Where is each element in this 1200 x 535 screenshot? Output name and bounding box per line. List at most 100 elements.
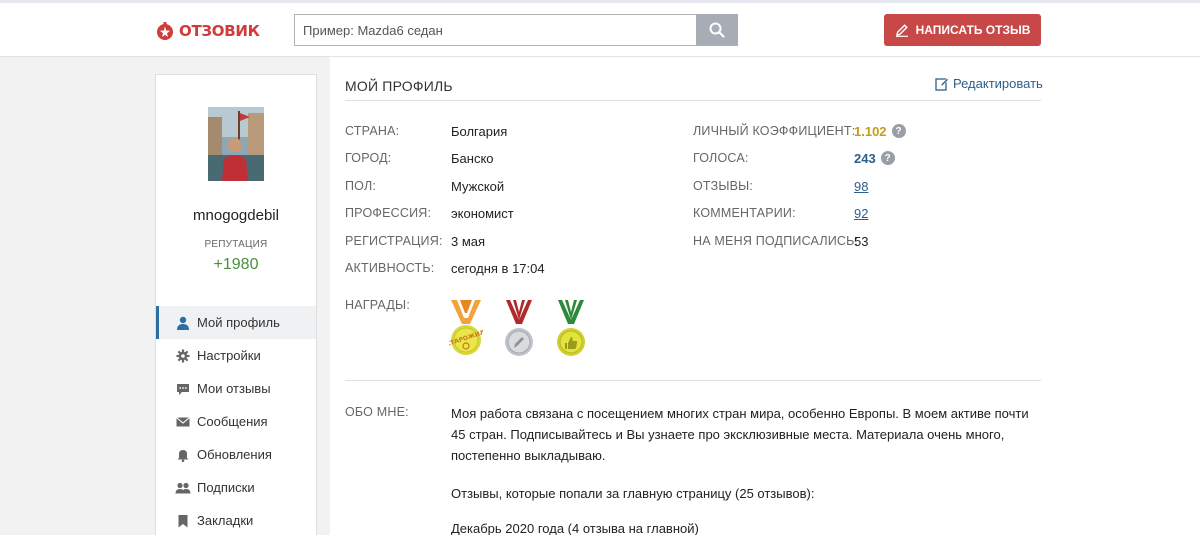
- field-value: Банско: [451, 150, 494, 166]
- field-label: ПОЛ:: [345, 179, 377, 193]
- site-logo[interactable]: ОТЗОВИК: [155, 19, 260, 43]
- menu-item-my-profile[interactable]: Мой профиль: [156, 306, 316, 339]
- field-value: Мужской: [451, 178, 505, 194]
- profile-menu: Мой профиль Настройки Мои отзывы Сообщен…: [156, 306, 316, 535]
- field-gender: ПОЛ:: [345, 178, 376, 194]
- about-featured-reviews: Отзывы, которые попали за главную страни…: [451, 486, 815, 501]
- menu-item-bookmarks[interactable]: Закладки: [156, 504, 316, 535]
- field-value: 3 мая: [451, 233, 486, 249]
- reputation-value: +1980: [213, 256, 259, 273]
- search-input[interactable]: [294, 14, 696, 46]
- about-label: ОБО МНЕ:: [345, 405, 409, 419]
- avatar[interactable]: [208, 107, 264, 181]
- menu-item-label: Обновления: [197, 447, 272, 462]
- field-votes: ГОЛОСА:: [693, 150, 749, 166]
- edit-icon: [935, 77, 949, 91]
- bell-icon: [175, 447, 191, 463]
- field-votes-value: 243 ?: [854, 150, 895, 166]
- field-value: экономист: [451, 205, 514, 221]
- menu-item-messages[interactable]: Сообщения: [156, 405, 316, 438]
- field-value: сегодня в 17:04: [451, 260, 545, 276]
- field-label: ПРОФЕССИЯ:: [345, 206, 432, 220]
- field-coefficient-value: 1.102 ?: [854, 123, 906, 139]
- reviews-count-link[interactable]: 98: [854, 179, 868, 194]
- field-city: ГОРОД:: [345, 150, 391, 166]
- medal-writer-icon[interactable]: [502, 298, 536, 358]
- menu-item-label: Закладки: [197, 513, 254, 528]
- profile-card: mnogogdebil РЕПУТАЦИЯ +1980 Мой профиль …: [155, 74, 317, 535]
- menu-item-label: Подписки: [197, 480, 255, 495]
- pencil-icon: [895, 23, 909, 37]
- title-divider: [345, 100, 1041, 101]
- logo-text: ОТЗОВИК: [179, 22, 260, 40]
- menu-item-label: Настройки: [197, 348, 261, 363]
- field-profession-value: экономист: [451, 205, 514, 221]
- followers-value: 53: [854, 233, 869, 249]
- field-label: ГОРОД:: [345, 151, 392, 165]
- field-activity: АКТИВНОСТЬ:: [345, 260, 434, 276]
- awards-divider: [345, 380, 1041, 381]
- medal-veteran-icon[interactable]: СТАРОЖИЛ: [445, 298, 486, 358]
- menu-item-my-reviews[interactable]: Мои отзывы: [156, 372, 316, 405]
- field-label: ЛИЧНЫЙ КОЭФФИЦИЕНТ:: [693, 124, 856, 138]
- field-label: НА МЕНЯ ПОДПИСАЛИСЬ:: [693, 234, 859, 248]
- search-button[interactable]: [696, 14, 738, 46]
- help-icon[interactable]: ?: [880, 151, 895, 165]
- field-gender-value: Мужской: [451, 178, 504, 194]
- menu-item-subscriptions[interactable]: Подписки: [156, 471, 316, 504]
- menu-item-label: Сообщения: [197, 414, 268, 429]
- field-profession: ПРОФЕССИЯ:: [345, 205, 431, 221]
- field-city-value: Банско: [451, 150, 494, 166]
- comments-count-link[interactable]: 92: [854, 206, 868, 221]
- medal-thumbs-up-icon[interactable]: [554, 298, 588, 358]
- field-reviews-value: 98: [854, 178, 868, 194]
- edit-profile-link[interactable]: Редактировать: [935, 76, 1043, 91]
- search-icon: [709, 22, 725, 38]
- field-registration: РЕГИСТРАЦИЯ:: [345, 233, 443, 249]
- field-value: Болгария: [451, 123, 508, 139]
- about-december-reviews: Декабрь 2020 года (4 отзыва на главной): [451, 521, 699, 535]
- menu-item-settings[interactable]: Настройки: [156, 339, 316, 372]
- write-review-button[interactable]: НАПИСАТЬ ОТЗЫВ: [884, 14, 1041, 46]
- votes-value: 243: [854, 150, 876, 166]
- field-country: СТРАНА:: [345, 123, 399, 139]
- search-bar: [294, 14, 738, 46]
- field-registration-value: 3 мая: [451, 233, 485, 249]
- field-label: КОММЕНТАРИИ:: [693, 206, 796, 220]
- bookmark-icon: [175, 513, 191, 529]
- user-icon: [175, 315, 191, 331]
- profile-panel: МОЙ ПРОФИЛЬ Редактировать СТРАНА: Болгар…: [330, 57, 1200, 535]
- page-title: МОЙ ПРОФИЛЬ: [345, 78, 453, 94]
- menu-item-updates[interactable]: Обновления: [156, 438, 316, 471]
- field-label: ОТЗЫВЫ:: [693, 179, 754, 193]
- gear-icon: [175, 348, 191, 364]
- field-label: АКТИВНОСТЬ:: [345, 261, 435, 275]
- about-text: Моя работа связана с посещением многих с…: [451, 406, 1029, 463]
- reputation-label: РЕПУТАЦИЯ: [204, 239, 268, 250]
- awards-label: НАГРАДЫ:: [345, 298, 410, 312]
- field-reviews: ОТЗЫВЫ:: [693, 178, 753, 194]
- field-followers-value: 53: [854, 233, 868, 249]
- field-comments-value: 92: [854, 205, 868, 221]
- help-icon[interactable]: ?: [891, 124, 906, 138]
- field-label: СТРАНА:: [345, 124, 400, 138]
- username: mnogogdebil: [193, 207, 279, 224]
- menu-item-label: Мой профиль: [197, 315, 280, 330]
- logo-icon: [155, 21, 175, 41]
- awards-label-row: НАГРАДЫ:: [345, 297, 410, 313]
- site-header: ОТЗОВИК НАПИСАТЬ ОТЗЫВ: [0, 3, 1200, 57]
- field-coefficient: ЛИЧНЫЙ КОЭФФИЦИЕНТ:: [693, 123, 855, 139]
- users-icon: [175, 480, 191, 496]
- field-country-value: Болгария: [451, 123, 507, 139]
- field-activity-value: сегодня в 17:04: [451, 260, 545, 276]
- envelope-icon: [175, 414, 191, 430]
- edit-label: Редактировать: [953, 76, 1043, 91]
- menu-item-label: Мои отзывы: [197, 381, 271, 396]
- field-comments: КОММЕНТАРИИ:: [693, 205, 796, 221]
- chat-icon: [175, 381, 191, 397]
- field-followers: НА МЕНЯ ПОДПИСАЛИСЬ:: [693, 233, 858, 249]
- field-label: РЕГИСТРАЦИЯ:: [345, 234, 443, 248]
- field-label: ГОЛОСА:: [693, 151, 749, 165]
- coefficient-value: 1.102: [854, 123, 887, 139]
- write-review-label: НАПИСАТЬ ОТЗЫВ: [915, 23, 1031, 37]
